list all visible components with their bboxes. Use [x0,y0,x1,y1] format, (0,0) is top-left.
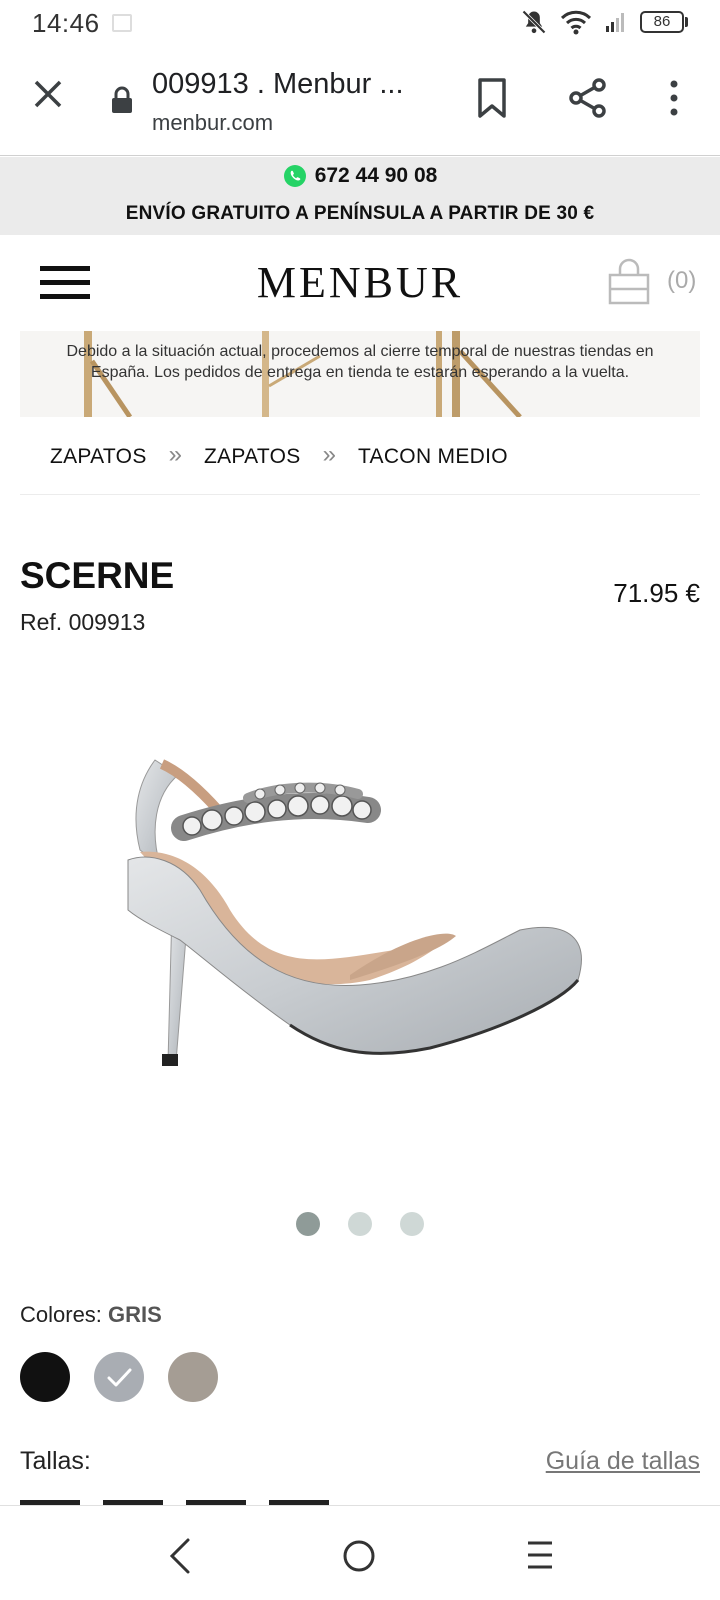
breadcrumb-item-current[interactable]: TACON MEDIO [358,445,508,469]
lock-icon [112,86,132,113]
product-name: SCERNE [20,555,175,596]
signal-icon [606,13,624,32]
checkmark-icon [107,1368,132,1387]
battery-level: 86 [653,13,671,30]
status-time: 14:46 [32,7,100,38]
promo-bar: 672 44 90 08 ENVÍO GRATUITO A PENÍNSULA … [0,157,720,235]
status-bar: 14:46 86 [0,0,720,46]
hamburger-menu-icon[interactable] [40,266,90,300]
close-icon[interactable] [28,74,68,114]
product-image[interactable] [100,740,620,1080]
whatsapp-icon [283,165,306,187]
home-icon[interactable] [341,1538,377,1574]
color-swatch-gris-selected[interactable] [94,1352,144,1402]
breadcrumb-item[interactable]: ZAPATOS [204,445,301,469]
free-shipping-notice: ENVÍO GRATUITO A PENÍNSULA A PARTIR DE 3… [125,203,595,224]
product-price: 71.95 € [613,578,700,608]
notice-text: Debido a la situación actual, procedemos… [66,343,654,381]
image-notification-icon [111,14,132,32]
mute-bell-icon [522,10,546,34]
product-reference: Ref. 009913 [20,609,146,635]
carousel-dot-1[interactable] [296,1212,320,1236]
image-carousel-dots [0,1212,720,1236]
recents-icon[interactable] [524,1538,556,1572]
size-guide-link[interactable]: Guía de tallas [546,1447,700,1476]
store-closure-banner[interactable]: Debido a la situación actual, procedemos… [20,331,700,417]
colors-label: Colores: GRIS [20,1302,162,1328]
selected-color: GRIS [108,1302,162,1327]
browser-toolbar: 009913 . Menbur ... menbur.com [0,46,720,156]
breadcrumb-separator: » [168,441,182,468]
system-navigation-bar [0,1505,720,1600]
site-header: MENBUR (0) [0,235,720,330]
breadcrumb-item[interactable]: ZAPATOS [50,445,147,469]
sizes-label: Tallas: [20,1447,91,1475]
shopping-bag-icon[interactable] [606,257,652,307]
page-url[interactable]: menbur.com [152,110,273,136]
carousel-dot-3[interactable] [400,1212,424,1236]
share-icon[interactable] [566,76,610,120]
color-swatch-black[interactable] [20,1352,70,1402]
phone-number: 672 44 90 08 [314,164,438,187]
battery-indicator: 86 [640,11,688,33]
cart-count[interactable]: (0) [667,267,696,295]
color-swatch-taupe[interactable] [168,1352,218,1402]
breadcrumb-separator: » [322,441,336,468]
status-icons: 86 [520,8,688,36]
colors-label-text: Colores: [20,1302,102,1327]
breadcrumb: ZAPATOS » ZAPATOS » TACON MEDIO [20,441,700,495]
bookmark-icon[interactable] [472,76,512,120]
wifi-icon [560,10,592,35]
back-icon[interactable] [166,1536,194,1576]
page-title: 009913 . Menbur ... [152,68,404,100]
more-options-icon[interactable] [656,76,692,120]
color-swatches [20,1352,218,1402]
whatsapp-contact[interactable]: 672 44 90 08 [0,164,720,188]
carousel-dot-2[interactable] [348,1212,372,1236]
